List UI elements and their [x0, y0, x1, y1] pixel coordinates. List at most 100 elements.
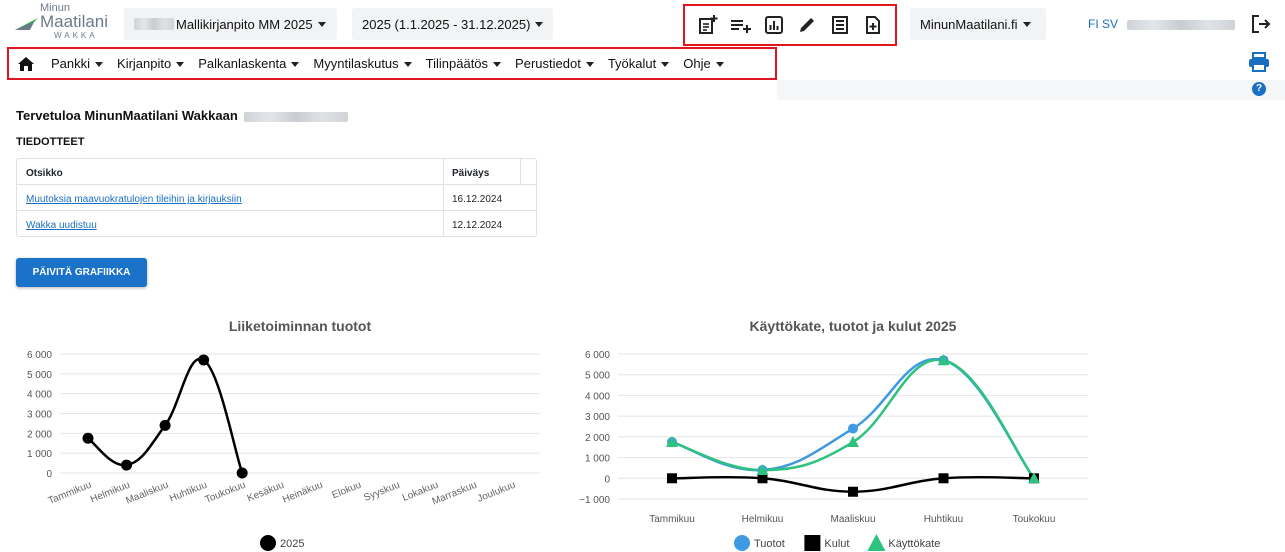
- y-tick-label: 4 000: [27, 390, 52, 401]
- legend-label: Käyttökate: [888, 538, 940, 550]
- y-tick-label: 6 000: [585, 350, 610, 361]
- leaf-logo-icon: [15, 18, 38, 30]
- period-selector[interactable]: 2025 (1.1.2025 - 31.12.2025): [352, 8, 553, 40]
- menu-item-label: Ohje: [683, 56, 711, 71]
- y-tick-label: 5 000: [585, 371, 610, 382]
- add-document-icon[interactable]: [697, 14, 719, 36]
- minunmaatilani-logo[interactable]: Minun Maatilani WAKKA: [14, 2, 114, 42]
- x-tick-label: Maaliskuu: [124, 480, 170, 507]
- data-point: [198, 354, 210, 366]
- x-tick-label: Joulukuu: [476, 480, 517, 505]
- menu-subbar: [777, 80, 1285, 100]
- menu-item-ohje[interactable]: Ohje: [683, 56, 723, 71]
- column-divider: [443, 159, 444, 184]
- menu-item-label: Työkalut: [607, 56, 657, 71]
- y-tick-label: 3 000: [585, 412, 610, 423]
- data-point: [121, 459, 133, 471]
- x-tick-label: Marraskuu: [431, 480, 479, 508]
- language-fi-link[interactable]: FI: [1088, 17, 1099, 31]
- notices-section-title: TIEDOTTEET: [16, 136, 85, 148]
- bar-chart-icon[interactable]: [763, 14, 785, 36]
- menu-item-tilinpaatos[interactable]: Tilinpäätös: [426, 56, 501, 71]
- menu-item-myyntilaskutus[interactable]: Myyntilaskutus: [313, 56, 411, 71]
- pencil-icon[interactable]: [796, 14, 818, 36]
- menu-item-label: Pankki: [51, 56, 91, 71]
- data-point-square: [938, 473, 949, 484]
- data-point: [82, 432, 94, 444]
- refresh-charts-button[interactable]: PÄIVITÄ GRAFIIKKA: [16, 258, 147, 287]
- welcome-text: Tervetuloa MinunMaatilani Wakkaan: [16, 108, 238, 123]
- x-tick-label: Kesäkuu: [246, 480, 286, 505]
- redacted-farm-name: [244, 111, 349, 122]
- redacted-user-name: [1127, 19, 1236, 30]
- menu-item-tyokalut[interactable]: Työkalut: [608, 56, 669, 71]
- column-header-date: Päiväys: [452, 168, 490, 179]
- y-tick-label: 2 000: [27, 429, 52, 440]
- series-line: [87, 357, 244, 474]
- x-tick-label: Maaliskuu: [830, 514, 875, 525]
- menu-item-kirjanpito[interactable]: Kirjanpito: [117, 56, 184, 71]
- x-tick-label: Huhtikuu: [924, 514, 963, 525]
- chart-title: Liiketoiminnan tuotot: [229, 318, 372, 334]
- x-tick-label: Heinäkuu: [281, 480, 324, 506]
- legend-label: Tuotot: [754, 538, 785, 550]
- notice-link[interactable]: Muutoksia maavuokratulojen tileihin ja k…: [26, 194, 242, 205]
- x-tick-label: Helmikuu: [742, 514, 784, 525]
- data-point-square: [848, 486, 858, 497]
- data-point: [734, 535, 750, 551]
- y-tick-label: −1 000: [579, 495, 610, 506]
- company-selector[interactable]: Mallikirjanpito MM 2025: [124, 8, 337, 40]
- x-tick-label: Toukokuu: [1013, 514, 1056, 525]
- data-point-square: [667, 473, 677, 484]
- data-point-triangle: [867, 534, 886, 551]
- data-point-square: [804, 535, 821, 551]
- data-point: [236, 467, 248, 479]
- x-tick-label: Elokuu: [330, 480, 362, 502]
- column-divider: [443, 211, 444, 237]
- revenue-chart: Liiketoiminnan tuotot 0 1 000 2 000 3 000 4 0…: [14, 312, 544, 552]
- y-tick-label: 1 000: [585, 454, 610, 465]
- home-icon[interactable]: [17, 53, 41, 75]
- table-row: Wakka uudistuu 12.12.2024: [17, 211, 536, 237]
- legend-label: Kulut: [824, 538, 849, 550]
- site-selector[interactable]: MinunMaatilani.fi: [910, 8, 1046, 40]
- data-point: [260, 535, 276, 551]
- quick-action-toolbar: [683, 4, 897, 46]
- top-bar: Minun Maatilani WAKKA Mallikirjanpito MM…: [0, 0, 1285, 46]
- menu-item-label: Myyntilaskutus: [313, 56, 399, 71]
- ebitda-chart-svg: Käyttökate, tuotot ja kulut 2025 −1 000 0 1…: [579, 318, 1088, 551]
- logout-icon[interactable]: [1251, 14, 1271, 39]
- y-tick-label: 0: [604, 474, 610, 485]
- notice-link[interactable]: Wakka uudistuu: [26, 220, 97, 231]
- column-divider: [520, 159, 521, 185]
- y-tick-label: 0: [46, 469, 52, 480]
- y-tick-label: 2 000: [585, 433, 610, 444]
- legend-label: 2025: [280, 538, 304, 550]
- menu-item-pankki[interactable]: Pankki: [51, 56, 103, 71]
- column-divider: [443, 185, 444, 210]
- ledger-icon[interactable]: [829, 14, 851, 36]
- notice-date: 12.12.2024: [452, 220, 503, 231]
- printer-icon[interactable]: [1248, 52, 1270, 77]
- period-selector-label: 2025 (1.1.2025 - 31.12.2025): [362, 16, 531, 32]
- menu-item-perustiedot[interactable]: Perustiedot: [515, 56, 594, 71]
- language-switcher: FI SV: [1088, 17, 1236, 31]
- revenue-chart-svg: Liiketoiminnan tuotot 0 1 000 2 000 3 000 4 0…: [27, 318, 540, 551]
- x-tick-label: Helmikuu: [89, 480, 132, 506]
- data-point: [848, 423, 858, 434]
- menu-item-label: Tilinpäätös: [425, 56, 489, 71]
- help-icon[interactable]: ?: [1252, 82, 1266, 96]
- menu-item-label: Kirjanpito: [117, 56, 172, 71]
- language-sv-link[interactable]: SV: [1102, 17, 1118, 31]
- y-tick-label: 6 000: [27, 350, 52, 361]
- series-line: [671, 358, 1035, 480]
- add-list-icon[interactable]: [730, 14, 752, 36]
- x-tick-label: Tammikuu: [47, 480, 93, 507]
- menu-item-label: Palkanlaskenta: [198, 56, 287, 71]
- site-selector-label: MinunMaatilani.fi: [920, 16, 1018, 32]
- x-tick-label: Syyskuu: [362, 480, 401, 504]
- menu-item-palkanlaskenta[interactable]: Palkanlaskenta: [198, 56, 299, 71]
- new-file-icon[interactable]: [862, 14, 884, 36]
- chart-title: Käyttökate, tuotot ja kulut 2025: [750, 318, 957, 334]
- y-tick-label: 5 000: [27, 370, 52, 381]
